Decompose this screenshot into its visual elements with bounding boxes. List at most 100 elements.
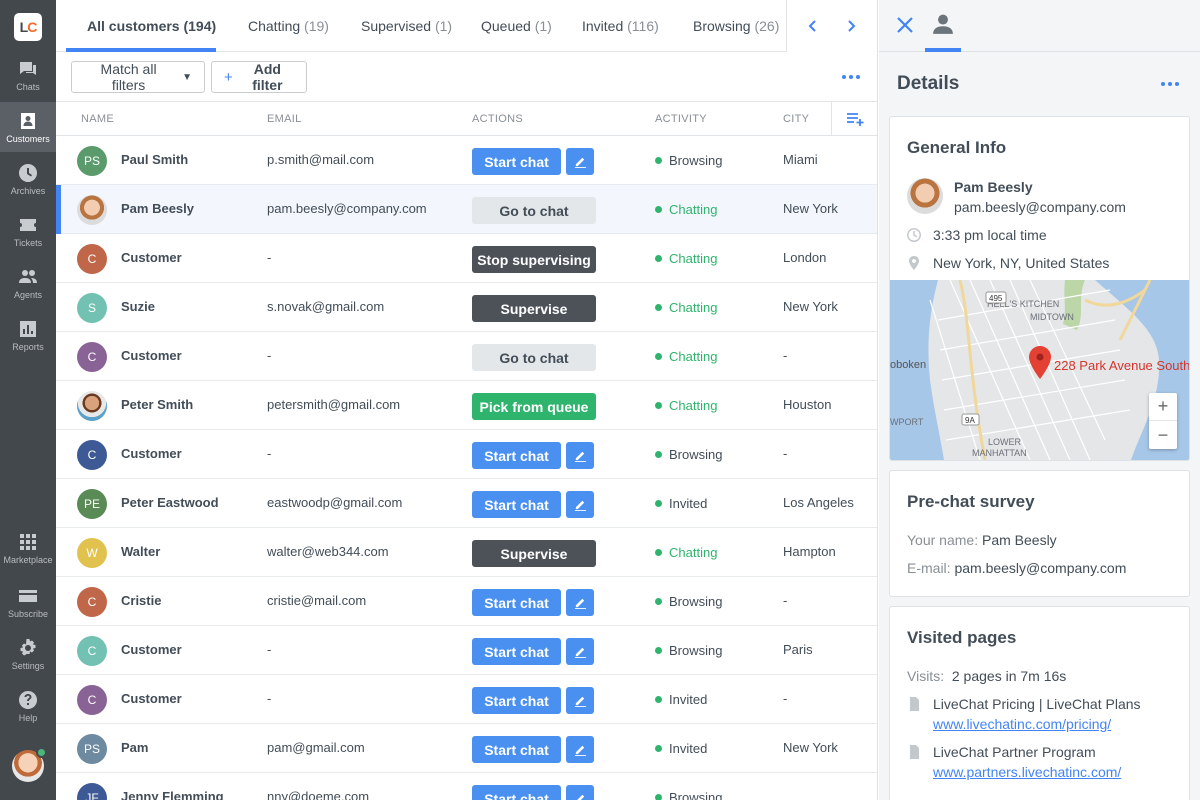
nav-item-marketplace[interactable]: Marketplace: [0, 523, 56, 573]
nav-item-reports[interactable]: Reports: [0, 310, 56, 360]
person-icon: [933, 14, 953, 34]
customer-action-button[interactable]: Stop supervising: [472, 246, 596, 273]
customer-name[interactable]: Pam: [121, 740, 148, 755]
customer-action-button[interactable]: Start chat: [472, 148, 561, 175]
activity-status: Chatting: [655, 251, 717, 266]
customer-name[interactable]: Walter: [121, 544, 160, 559]
tab-chatting[interactable]: Chatting (19): [248, 0, 329, 52]
customer-action-button[interactable]: Supervise: [472, 540, 596, 567]
customer-action-button[interactable]: Supervise: [472, 295, 596, 322]
column-header-activity[interactable]: ACTIVITY: [655, 113, 707, 125]
map-zoom-controls: + −: [1149, 393, 1177, 449]
customer-action-button[interactable]: Start chat: [472, 785, 561, 800]
customer-action-button[interactable]: Start chat: [472, 589, 561, 616]
customer-name[interactable]: Jenny Flemming: [121, 789, 224, 800]
customer-action-button[interactable]: Start chat: [472, 442, 561, 469]
table-row[interactable]: PS Paul Smith p.smith@mail.com Start chat Br…: [56, 136, 877, 185]
tab-browsing[interactable]: Browsing (26): [693, 0, 779, 52]
customer-action-button[interactable]: Start chat: [472, 491, 561, 518]
customer-name[interactable]: Customer: [121, 642, 182, 657]
table-row[interactable]: C Cristie cristie@mail.com Start chat Browsi…: [56, 577, 877, 626]
customer-action-button[interactable]: Start chat: [472, 736, 561, 763]
map-graphic: 228 Park Avenue South HELL'S KITCHEN MID…: [890, 280, 1189, 460]
edit-invitation-button[interactable]: [566, 687, 594, 714]
nav-item-customers[interactable]: Customers: [0, 102, 56, 152]
column-header-email[interactable]: EMAIL: [267, 113, 302, 125]
customer-profile-tab[interactable]: [925, 10, 961, 52]
edit-invitation-button[interactable]: [566, 442, 594, 469]
table-row[interactable]: W Walter walter@web344.com Supervise Chattin…: [56, 528, 877, 577]
nav-item-help[interactable]: Help: [0, 681, 56, 731]
customer-action-button[interactable]: Start chat: [472, 687, 561, 714]
table-row[interactable]: PS Pam pam@gmail.com Start chat Invited New Y…: [56, 724, 877, 773]
edit-invitation-button[interactable]: [566, 491, 594, 518]
customer-email: -: [267, 691, 272, 706]
customer-avatar: [907, 178, 943, 214]
customer-email: -: [267, 250, 272, 265]
table-row[interactable]: Peter Smith petersmith@gmail.com Pick from…: [56, 381, 877, 430]
nav-item-settings[interactable]: Settings: [0, 629, 56, 679]
table-row[interactable]: C Customer - Start chat Browsing -: [56, 430, 877, 479]
customer-name[interactable]: Customer: [121, 446, 182, 461]
match-filters-dropdown[interactable]: Match all filters ▼: [71, 61, 205, 93]
edit-invitation-button[interactable]: [566, 638, 594, 665]
customer-avatar: S: [77, 293, 107, 323]
nav-item-subscribe[interactable]: Subscribe: [0, 577, 56, 627]
chevron-left-icon[interactable]: [803, 14, 823, 38]
column-header-city[interactable]: CITY: [783, 113, 809, 125]
nav-label: Customers: [6, 133, 50, 144]
nav-item-archives[interactable]: Archives: [0, 154, 56, 204]
customer-name[interactable]: Pam Beesly: [121, 201, 194, 216]
customer-name[interactable]: Customer: [121, 250, 182, 265]
table-row[interactable]: JF Jenny Flemming nny@doeme.com Start chat B…: [56, 773, 877, 800]
location-map[interactable]: 228 Park Avenue South HELL'S KITCHEN MID…: [890, 280, 1189, 460]
add-column-icon[interactable]: [831, 102, 877, 136]
nav-label: Tickets: [13, 237, 43, 248]
customer-name[interactable]: Customer: [121, 691, 182, 706]
customer-name[interactable]: Cristie: [121, 593, 161, 608]
tab-invited[interactable]: Invited (116): [582, 0, 659, 52]
tab-all-customers[interactable]: All customers (194): [87, 0, 216, 52]
tab-supervised[interactable]: Supervised (1): [361, 0, 452, 52]
customer-email: -: [267, 446, 272, 461]
customer-name[interactable]: Peter Eastwood: [121, 495, 219, 510]
customer-name[interactable]: Paul Smith: [121, 152, 188, 167]
details-more-icon[interactable]: [1161, 82, 1179, 86]
zoom-in-button[interactable]: +: [1149, 393, 1177, 421]
table-row[interactable]: C Customer - Start chat Invited -: [56, 675, 877, 724]
table-row[interactable]: PE Peter Eastwood eastwoodp@gmail.com Start…: [56, 479, 877, 528]
add-filter-button[interactable]: + Add filter: [211, 61, 307, 93]
nav-item-agents[interactable]: Agents: [0, 258, 56, 308]
table-row[interactable]: C Customer - Stop supervising Chatting London: [56, 234, 877, 283]
nav-item-tickets[interactable]: Tickets: [0, 206, 56, 256]
table-row[interactable]: Pam Beesly pam.beesly@company.com Go to ch…: [56, 185, 877, 234]
livechat-logo[interactable]: LC: [14, 13, 42, 41]
edit-invitation-button[interactable]: [566, 785, 594, 800]
customer-name[interactable]: Customer: [121, 348, 182, 363]
nav-item-chats[interactable]: Chats: [0, 50, 56, 100]
svg-text:LOWER: LOWER: [988, 437, 1022, 447]
customer-action-button[interactable]: Start chat: [472, 638, 561, 665]
customer-action-button[interactable]: Go to chat: [472, 344, 596, 371]
edit-invitation-button[interactable]: [566, 736, 594, 763]
customer-name[interactable]: Peter Smith: [121, 397, 193, 412]
page-url-link[interactable]: www.partners.livechatinc.com/: [933, 764, 1121, 780]
tab-queued[interactable]: Queued (1): [481, 0, 552, 52]
my-avatar[interactable]: [12, 747, 47, 782]
table-row[interactable]: S Suzie s.novak@gmail.com Supervise Chatting…: [56, 283, 877, 332]
customer-email: walter@web344.com: [267, 544, 389, 559]
edit-invitation-button[interactable]: [566, 589, 594, 616]
table-row[interactable]: C Customer - Start chat Browsing Paris: [56, 626, 877, 675]
edit-invitation-button[interactable]: [566, 148, 594, 175]
close-icon[interactable]: [895, 15, 915, 35]
customer-name[interactable]: Suzie: [121, 299, 155, 314]
page-url-link[interactable]: www.livechatinc.com/pricing/: [933, 716, 1111, 732]
zoom-out-button[interactable]: −: [1149, 421, 1177, 449]
column-header-name[interactable]: NAME: [81, 113, 114, 125]
column-header-actions: ACTIONS: [472, 113, 523, 125]
customer-action-button[interactable]: Pick from queue: [472, 393, 596, 420]
customer-action-button[interactable]: Go to chat: [472, 197, 596, 224]
chevron-right-icon[interactable]: [841, 14, 861, 38]
table-row[interactable]: C Customer - Go to chat Chatting -: [56, 332, 877, 381]
more-options-icon[interactable]: [842, 75, 860, 79]
